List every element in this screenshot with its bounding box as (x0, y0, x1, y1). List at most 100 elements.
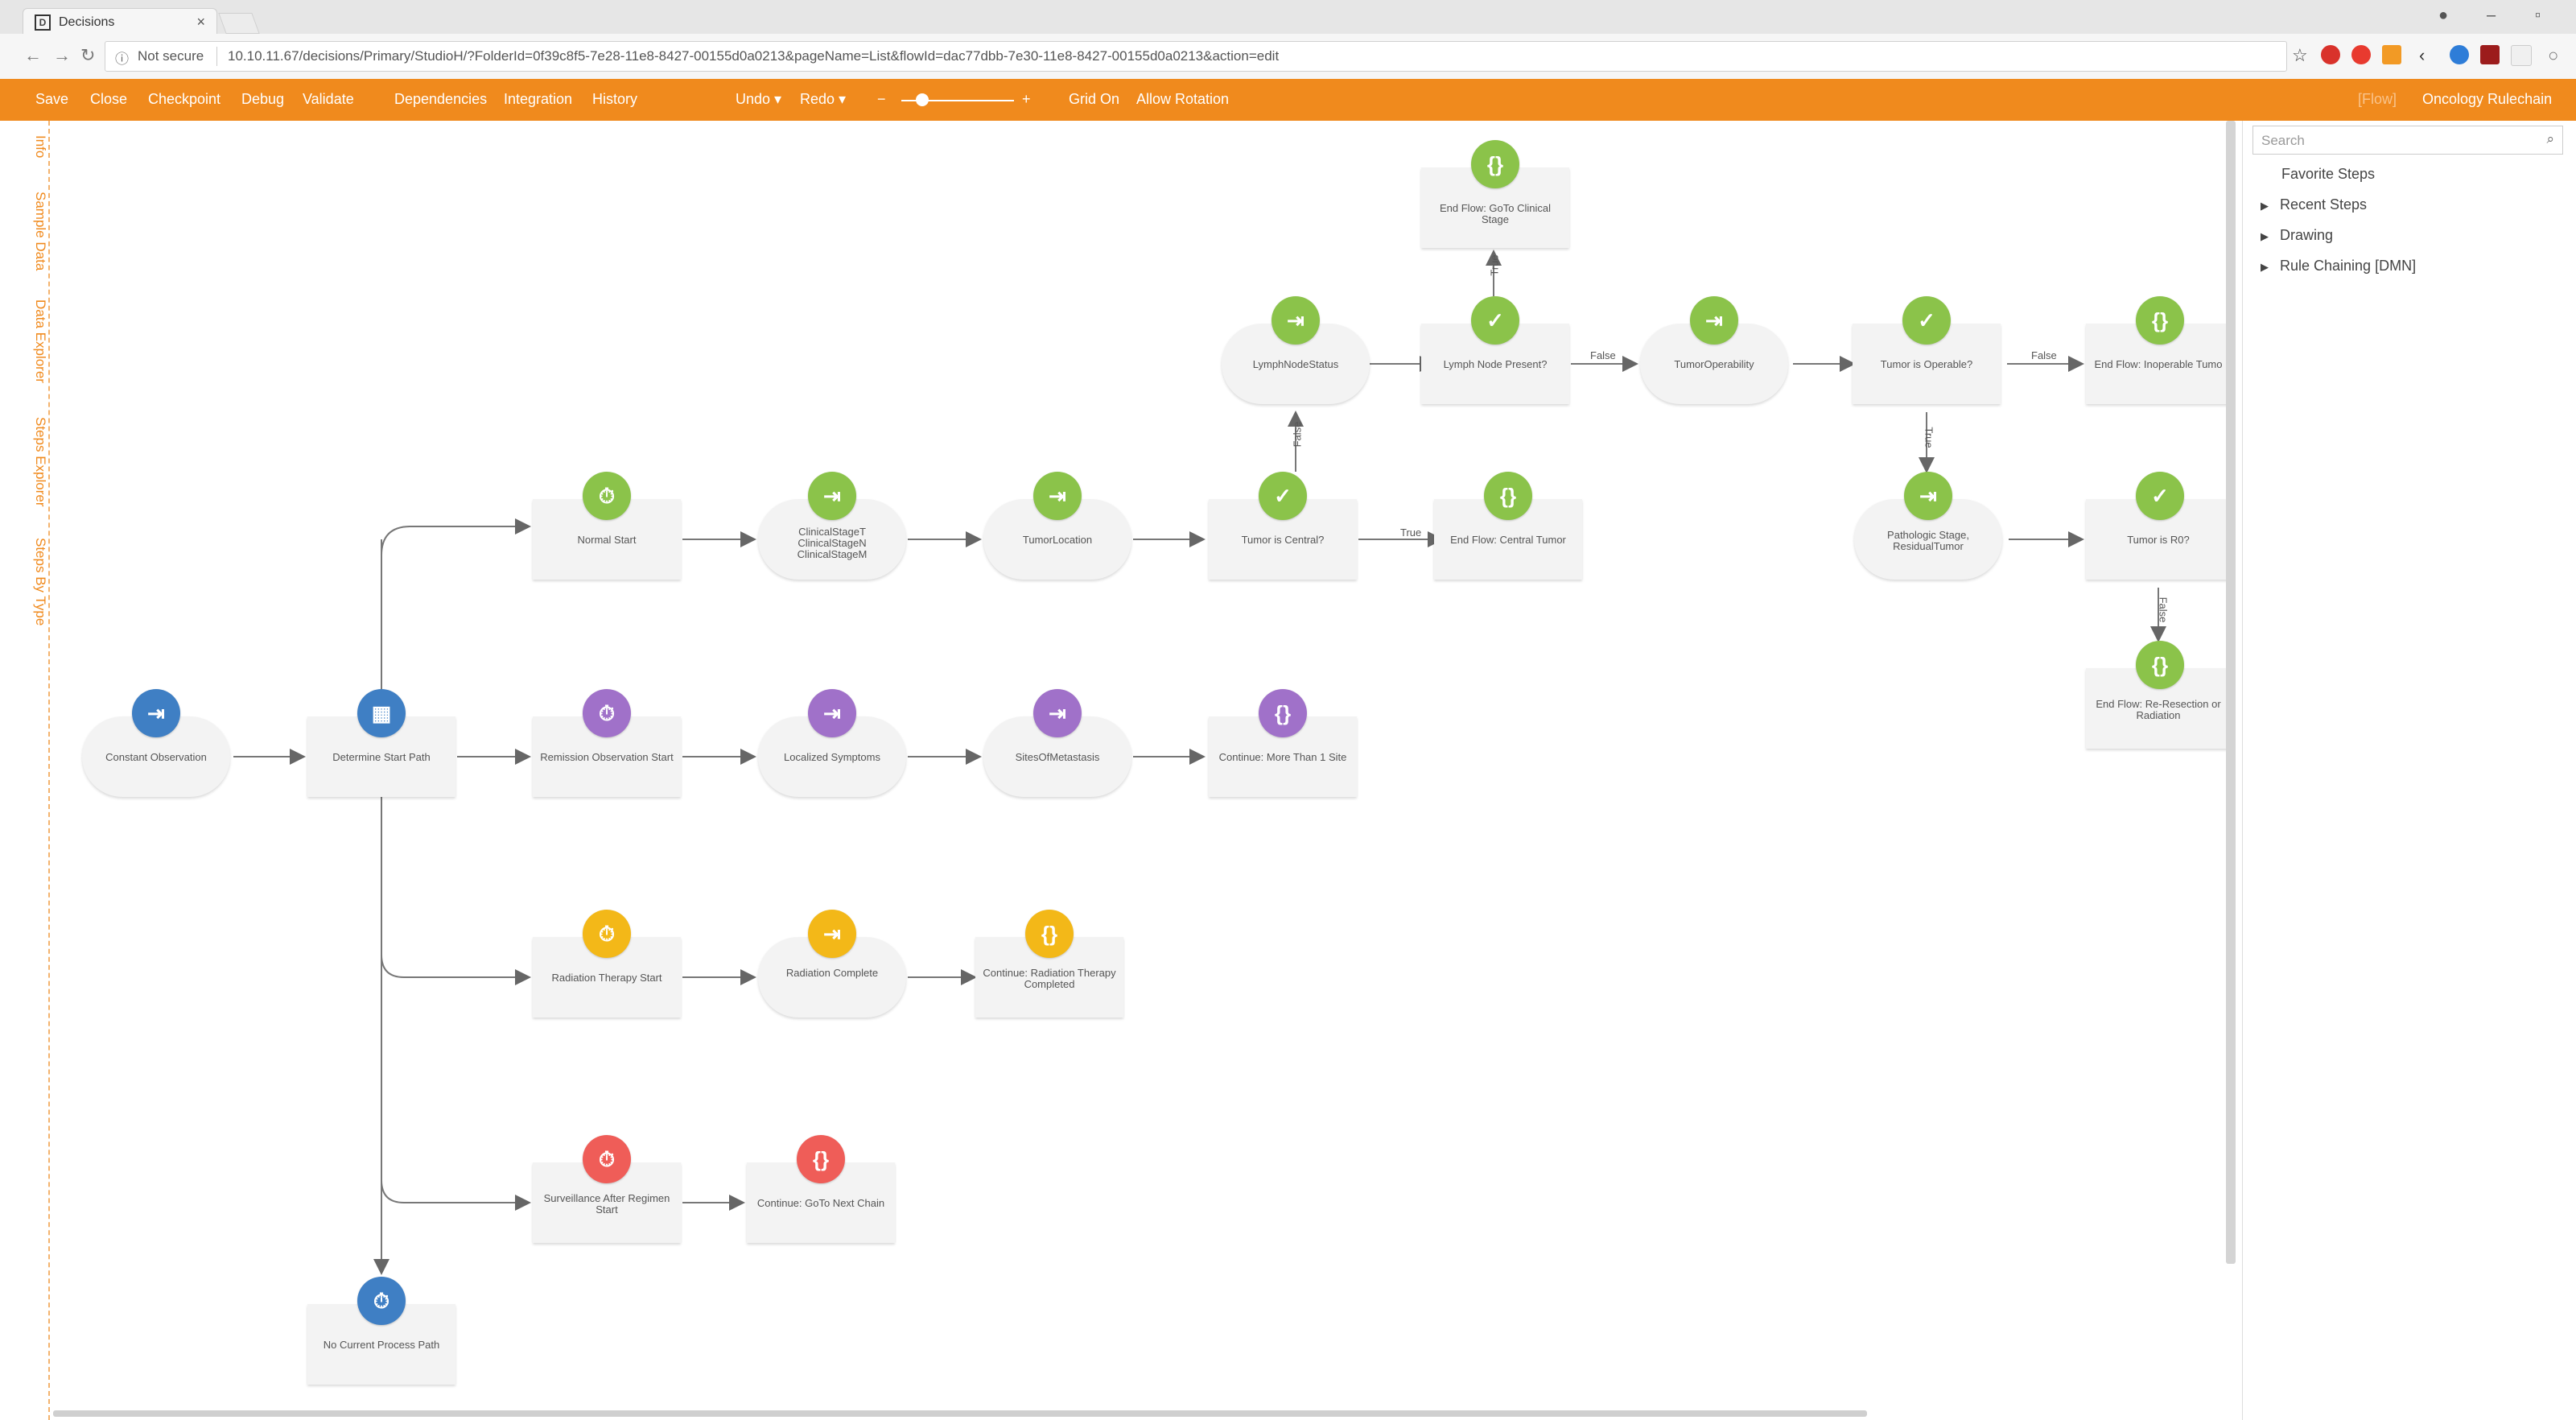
zoom-in-button[interactable]: + (1022, 91, 1031, 108)
canvas-vertical-scrollbar[interactable] (2226, 121, 2236, 1264)
allow-rotation-button[interactable]: Allow Rotation (1136, 91, 1229, 108)
check-icon: ✓ (2136, 472, 2184, 520)
step-radiation-therapy-start[interactable]: ⏱ Radiation Therapy Start (533, 910, 681, 1018)
step-lymph-node-present[interactable]: ✓ Lymph Node Present? (1421, 296, 1569, 404)
back-arrow-icon[interactable]: ← (24, 45, 42, 66)
redo-button[interactable]: Redo ▾ (800, 91, 846, 108)
step-pathologic-stage[interactable]: ⇥ Pathologic Stage, ResidualTumor (1854, 472, 2002, 580)
left-rail: Info Sample Data Data Explorer Steps Exp… (19, 121, 50, 1420)
integration-button[interactable]: Integration (504, 91, 572, 108)
sub-flow-icon: ⇥ (1904, 472, 1952, 520)
rail-tab-data-explorer[interactable]: Data Explorer (19, 299, 48, 383)
step-end-flow-goto-clinical-stage[interactable]: {} End Flow: GoTo Clinical Stage (1421, 140, 1569, 248)
debug-button[interactable]: Debug (241, 91, 284, 108)
step-localized-symptoms[interactable]: ⇥ Localized Symptoms (758, 689, 906, 797)
bookmark-star-icon[interactable]: ☆ (2292, 45, 2308, 66)
caret-right-icon[interactable]: ▶ (2261, 261, 2269, 274)
info-icon[interactable]: ⓘ (115, 47, 129, 68)
step-tumor-operability[interactable]: ⇥ TumorOperability (1640, 296, 1788, 404)
minimize-icon[interactable]: – (2487, 6, 2496, 25)
history-button[interactable]: History (592, 91, 637, 108)
checkpoint-button[interactable]: Checkpoint (148, 91, 221, 108)
end-flow-braces-icon: {} (1471, 140, 1519, 188)
browser-menu-icon[interactable]: ○ (2548, 45, 2558, 66)
sub-flow-icon: ⇥ (132, 689, 180, 737)
timer-icon: ⏱ (583, 472, 631, 520)
step-tumor-is-central[interactable]: ✓ Tumor is Central? (1209, 472, 1357, 580)
step-continue-more-than-1-site[interactable]: {} Continue: More Than 1 Site (1209, 689, 1357, 797)
step-no-current-process-path[interactable]: ⏱ No Current Process Path (307, 1277, 455, 1385)
step-sites-of-metastasis[interactable]: ⇥ SitesOfMetastasis (983, 689, 1131, 797)
zoom-out-button[interactable]: − (877, 91, 886, 108)
step-end-flow-inoperable-tumor[interactable]: {} End Flow: Inoperable Tumo (2086, 296, 2231, 404)
caret-right-icon[interactable]: ▶ (2261, 200, 2269, 213)
opera-icon[interactable] (2351, 45, 2371, 64)
reload-icon[interactable]: ↻ (80, 45, 95, 66)
tree-item-recent-steps[interactable]: Recent Steps (2280, 196, 2367, 213)
url-field[interactable]: ⓘ Not secure 10.10.11.67/decisions/Prima… (105, 41, 2287, 72)
end-flow-braces-icon: {} (2136, 641, 2184, 689)
search-icon[interactable]: ⌕ (2546, 131, 2554, 147)
step-end-flow-re-resection[interactable]: {} End Flow: Re-Resection or Radiation (2086, 641, 2231, 749)
tree-item-rule-chaining[interactable]: Rule Chaining [DMN] (2280, 258, 2416, 275)
step-continue-radiation-therapy-completed[interactable]: {} Continue: Radiation Therapy Completed (975, 910, 1123, 1018)
sub-flow-icon: ⇥ (808, 910, 856, 958)
canvas-horizontal-scrollbar[interactable] (53, 1410, 1867, 1417)
step-constant-observation[interactable]: ⇥ Constant Observation (82, 689, 230, 797)
address-bar: ← → ↻ ⓘ Not secure 10.10.11.67/decisions… (0, 34, 2576, 80)
search-placeholder: Search (2261, 133, 2305, 148)
save-button[interactable]: Save (35, 91, 68, 108)
grid-on-button[interactable]: Grid On (1069, 91, 1119, 108)
undo-button[interactable]: Undo ▾ (736, 91, 781, 108)
step-tumor-is-operable[interactable]: ✓ Tumor is Operable? (1853, 296, 2001, 404)
flow-canvas[interactable]: True False True False False True False ⇥… (50, 121, 2231, 1409)
timer-icon: ⏱ (583, 910, 631, 958)
step-lymph-node-status[interactable]: ⇥ LymphNodeStatus (1222, 296, 1370, 404)
timer-icon: ⏱ (583, 1135, 631, 1183)
extension-pdf-icon[interactable] (2480, 45, 2500, 64)
step-normal-start[interactable]: ⏱ Normal Start (533, 472, 681, 580)
close-tab-icon[interactable]: × (196, 14, 205, 31)
tree-item-favorite-steps[interactable]: Favorite Steps (2281, 166, 2375, 183)
project-name: Oncology Rulechain (2422, 91, 2553, 107)
validate-button[interactable]: Validate (303, 91, 354, 108)
caret-right-icon[interactable]: ▶ (2261, 230, 2269, 243)
extension-red-icon[interactable] (2321, 45, 2340, 64)
edge-label-false: False (1291, 421, 1304, 448)
step-end-flow-central-tumor[interactable]: {} End Flow: Central Tumor (1434, 472, 1582, 580)
check-icon: ✓ (1902, 296, 1951, 345)
step-surveillance-after-regimen-start[interactable]: ⏱ Surveillance After Regimen Start (533, 1135, 681, 1243)
step-tumor-is-r0[interactable]: ✓ Tumor is R0? (2086, 472, 2231, 580)
browser-tab-strip: D Decisions × ● – ▫ (0, 0, 2576, 35)
step-continue-goto-next-chain[interactable]: {} Continue: GoTo Next Chain (747, 1135, 895, 1243)
decisions-logo-icon: D (35, 14, 51, 31)
step-clinical-stage[interactable]: ⇥ ClinicalStageT ClinicalStageN Clinical… (758, 472, 906, 580)
end-flow-braces-icon: {} (1025, 910, 1074, 958)
url-text[interactable]: 10.10.11.67/decisions/Primary/StudioH/?F… (228, 48, 1279, 64)
browser-tab[interactable]: D Decisions × (23, 8, 217, 35)
step-remission-observation-start[interactable]: ⏱ Remission Observation Start (533, 689, 681, 797)
profile-icon[interactable]: ● (2438, 6, 2448, 25)
rail-tab-sample-data[interactable]: Sample Data (19, 192, 48, 270)
extension-orange-icon[interactable] (2382, 45, 2401, 64)
extension-arrow-icon[interactable]: ‹ (2419, 45, 2425, 66)
close-button[interactable]: Close (90, 91, 127, 108)
rail-tab-info[interactable]: Info (19, 135, 48, 158)
step-determine-start-path[interactable]: ▦ Determine Start Path (307, 689, 455, 797)
rail-tab-steps-explorer[interactable]: Steps Explorer (19, 417, 48, 507)
zoom-slider-handle[interactable] (916, 93, 929, 106)
tree-item-drawing[interactable]: Drawing (2280, 227, 2333, 244)
end-flow-braces-icon: {} (797, 1135, 845, 1183)
sub-flow-icon: ⇥ (808, 689, 856, 737)
new-tab-button[interactable] (218, 13, 260, 34)
edge-label-false: False (1590, 349, 1616, 361)
forward-arrow-icon[interactable]: → (53, 45, 71, 66)
extension-blank-icon[interactable] (2511, 45, 2532, 66)
toolbox-search-input[interactable]: Search ⌕ (2252, 126, 2563, 155)
step-tumor-location[interactable]: ⇥ TumorLocation (983, 472, 1131, 580)
rail-tab-steps-by-type[interactable]: Steps By Type (19, 538, 48, 625)
restore-icon[interactable]: ▫ (2535, 6, 2541, 25)
dependencies-button[interactable]: Dependencies (394, 91, 487, 108)
extension-blue-icon[interactable] (2450, 45, 2469, 64)
step-radiation-complete[interactable]: ⇥ Radiation Complete (758, 910, 906, 1018)
